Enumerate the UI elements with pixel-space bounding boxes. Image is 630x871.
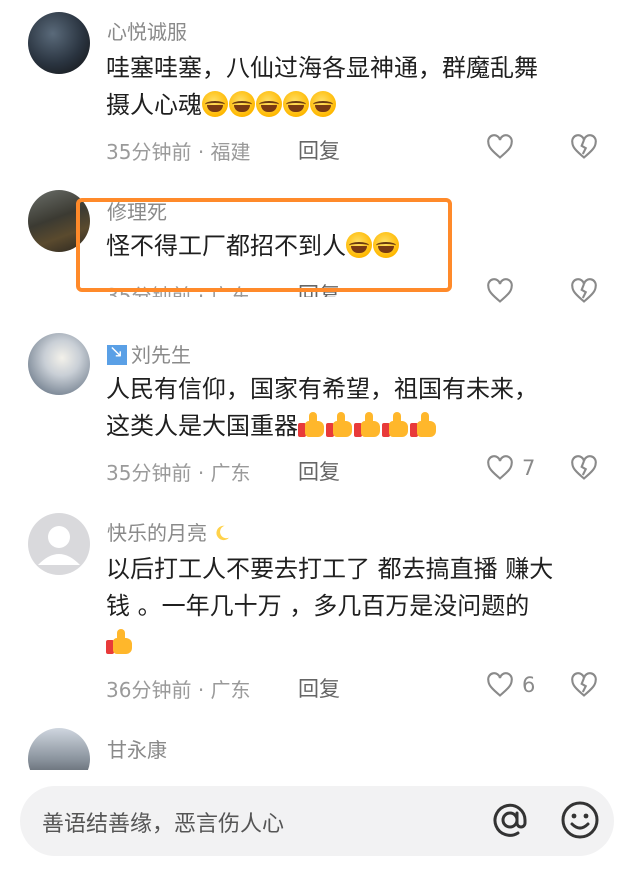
comment-text-line: 哇塞哇塞，八仙过海各显神通，群魔乱舞 (106, 54, 538, 82)
like-button[interactable]: 7 (486, 455, 535, 481)
comment-text-line: 这类人是大国重器 (106, 412, 298, 440)
thumbs-up-emoji-icon (106, 629, 133, 655)
heart-outline-icon (487, 134, 513, 159)
highlight-box (76, 198, 452, 292)
comment-meta: 35分钟前 · 广东 (106, 457, 251, 486)
broken-heart-icon (571, 278, 597, 303)
comment-location: 广东 (210, 461, 251, 485)
comment-meta: 35分钟前 · 福建 (106, 136, 251, 165)
comment-time: 35分钟前 (106, 140, 192, 164)
comment-text: 以后打工人不要去打工了 都去搞直播 赚大 钱 。一年几十万 ，多几百万是没问题的 (106, 551, 606, 662)
comment-username[interactable]: 心悦诚服 (107, 16, 187, 45)
meta-separator: · (197, 461, 205, 485)
comment-text-line: 以后打工人不要去打工了 都去搞直播 赚大 (106, 555, 554, 583)
dislike-button[interactable] (570, 672, 598, 702)
comment-text-line: 钱 。一年几十万 ，多几百万是没问题的 (106, 592, 530, 620)
comment-meta: 36分钟前 · 广东 (106, 674, 251, 703)
comment-text: 人民有信仰，国家有希望，祖国有未来， 这类人是大国重器 (106, 371, 606, 445)
heart-outline-icon (487, 278, 513, 303)
like-count: 6 (522, 673, 536, 697)
heart-outline-icon (487, 672, 513, 697)
comment-text: 哇塞哇塞，八仙过海各显神通，群魔乱舞 摄人心魂 (106, 50, 606, 124)
thumbs-up-emoji-icon (298, 412, 325, 438)
thumbs-up-emoji-icon (382, 412, 409, 438)
comment-text-line: 人民有信仰，国家有希望，祖国有未来， (106, 375, 538, 403)
like-button[interactable] (486, 278, 514, 304)
meta-separator: · (197, 678, 205, 702)
like-button[interactable] (486, 134, 514, 160)
avatar[interactable] (28, 333, 90, 395)
comment-time: 36分钟前 (106, 678, 192, 702)
reply-button[interactable]: 回复 (298, 673, 340, 703)
avatar[interactable] (28, 513, 90, 575)
comment-username[interactable]: 甘永康 (107, 734, 167, 763)
reply-button[interactable]: 回复 (298, 135, 340, 165)
dislike-button[interactable] (570, 134, 598, 164)
like-count: 7 (522, 456, 536, 480)
rofl-emoji-icon (202, 91, 228, 117)
reply-button[interactable]: 回复 (298, 456, 340, 486)
dislike-button[interactable] (570, 278, 598, 308)
broken-heart-icon (571, 672, 597, 697)
rofl-emoji-icon (256, 91, 282, 117)
meta-separator: · (197, 140, 205, 164)
comment-time: 35分钟前 (106, 461, 192, 485)
comment-username[interactable]: 快乐的月亮 (107, 517, 231, 546)
default-avatar-icon (38, 526, 80, 565)
rofl-emoji-icon (283, 91, 309, 117)
like-button[interactable]: 6 (486, 672, 535, 698)
thumbs-up-emoji-icon (354, 412, 381, 438)
comment-location: 广东 (210, 678, 251, 702)
smiley-icon[interactable] (560, 800, 600, 840)
at-icon[interactable] (490, 800, 530, 840)
comment-username-text: 刘先生 (131, 343, 191, 367)
thumbs-up-emoji-icon (326, 412, 353, 438)
rofl-emoji-icon (229, 91, 255, 117)
badge-icon (107, 342, 127, 365)
comment-username[interactable]: 刘先生 (107, 339, 191, 368)
heart-outline-icon (487, 455, 513, 480)
avatar[interactable] (28, 12, 90, 74)
rofl-emoji-icon (310, 91, 336, 117)
comment-input-placeholder[interactable]: 善语结善缘，恶言伤人心 (42, 806, 284, 838)
broken-heart-icon (571, 455, 597, 480)
comment-text-line: 摄人心魂 (106, 91, 202, 119)
dislike-button[interactable] (570, 455, 598, 485)
comment-username-text: 快乐的月亮 (107, 521, 207, 545)
thumbs-up-emoji-icon (410, 412, 437, 438)
comment-location: 福建 (210, 140, 251, 164)
broken-heart-icon (571, 134, 597, 159)
crescent-moon-icon (216, 525, 230, 541)
